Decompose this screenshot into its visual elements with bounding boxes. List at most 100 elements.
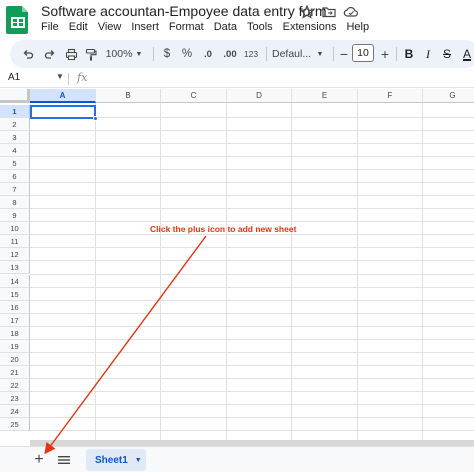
spreadsheet-grid[interactable]: A B C D E F G 1 2 3 4 5 6 7 8 9 10 11 12 13 14 15 16 17 18 19 20 21… [0,89,474,440]
column-gridline [291,103,292,440]
column-header-d[interactable]: D [227,89,292,103]
font-chevron-down-icon[interactable]: ▼ [315,40,325,68]
more-formats-button[interactable]: 123 [242,40,260,68]
formula-divider [68,73,69,85]
row-gridline [30,312,474,314]
row-header-18[interactable]: 18 [0,326,30,340]
font-family-select[interactable]: Defaul... [272,40,316,68]
add-sheet-button[interactable]: + [28,450,50,470]
row-header-5[interactable]: 5 [0,157,30,171]
zoom-select[interactable]: 100% [104,40,134,68]
column-header-g[interactable]: G [423,89,474,103]
row-gridline [30,195,474,197]
row-gridline [30,221,474,223]
toolbar-divider [333,47,334,61]
column-gridline [357,103,358,440]
row-header-8[interactable]: 8 [0,196,30,210]
column-header-f[interactable]: F [358,89,423,103]
text-color-button[interactable]: A [460,40,474,68]
title-bar: Software accountan-Empoyee data entry fo… [0,0,474,36]
decrease-decimal-button[interactable]: .0 [200,40,216,68]
row-header-14[interactable]: 14 [0,274,30,288]
sheets-logo-icon[interactable] [6,4,30,34]
percent-format-button[interactable]: % [180,40,194,68]
function-icon: fx [77,71,88,84]
row-header-11[interactable]: 11 [0,235,30,249]
undo-icon[interactable] [20,40,36,68]
formula-bar: A1 ▼ fx [0,70,474,88]
row-header-24[interactable]: 24 [0,404,30,418]
paint-format-icon[interactable] [83,40,99,68]
column-header-b[interactable]: B [96,89,161,103]
row-gridline [30,338,474,340]
increase-decimal-button[interactable]: .00 [220,40,240,68]
toolbar-divider [266,47,267,61]
menu-extensions[interactable]: Extensions [283,21,337,33]
column-gridline [422,103,423,440]
row-header-13[interactable]: 13 [0,261,30,275]
move-to-folder-icon[interactable] [321,4,337,20]
column-header-a[interactable]: A [30,89,96,103]
sheet-tab-chevron-down-icon[interactable]: ▼ [135,457,142,464]
column-header-e[interactable]: E [292,89,358,103]
menu-data[interactable]: Data [214,21,237,33]
menu-file[interactable]: File [41,21,59,33]
row-header-3[interactable]: 3 [0,131,30,145]
currency-format-button[interactable]: $ [160,40,174,68]
menu-insert[interactable]: Insert [131,21,159,33]
menu-bar: File Edit View Insert Format Data Tools … [41,21,379,33]
row-gridline [30,403,474,405]
fill-handle[interactable] [93,116,98,121]
menu-tools[interactable]: Tools [247,21,273,33]
row-header-12[interactable]: 12 [0,248,30,262]
row-gridline [30,299,474,301]
document-title[interactable]: Software accountan-Empoyee data entry fo… [41,3,327,19]
column-header-c[interactable]: C [161,89,227,103]
decrease-font-size-button[interactable]: − [337,40,351,68]
row-header-17[interactable]: 17 [0,313,30,327]
menu-view[interactable]: View [98,21,122,33]
font-size-input[interactable]: 10 [352,44,374,62]
row-gridline [30,182,474,184]
row-gridline [30,273,474,275]
bold-button[interactable]: B [402,40,416,68]
select-all-corner[interactable] [0,89,30,103]
row-header-19[interactable]: 19 [0,339,30,353]
row-header-7[interactable]: 7 [0,183,30,197]
row-gridline [30,364,474,366]
row-header-6[interactable]: 6 [0,170,30,184]
cloud-status-icon[interactable] [343,4,359,20]
name-box[interactable]: A1 [8,72,20,83]
row-header-1[interactable]: 1 [0,105,30,118]
menu-format[interactable]: Format [169,21,204,33]
redo-icon[interactable] [42,40,58,68]
row-gridline [30,169,474,171]
row-header-2[interactable]: 2 [0,118,30,132]
star-icon[interactable] [299,4,315,20]
menu-help[interactable]: Help [346,21,369,33]
row-header-4[interactable]: 4 [0,144,30,158]
column-gridline [226,103,227,440]
row-header-10[interactable]: 10 [0,222,30,236]
menu-edit[interactable]: Edit [69,21,88,33]
row-header-23[interactable]: 23 [0,391,30,405]
active-cell-a1[interactable] [30,105,96,119]
row-header-20[interactable]: 20 [0,352,30,366]
row-header-21[interactable]: 21 [0,365,30,379]
row-header-9[interactable]: 9 [0,209,30,223]
strikethrough-button[interactable]: S [440,40,454,68]
sheet-tab[interactable]: Sheet1 ▼ [86,449,146,471]
print-icon[interactable] [63,40,79,68]
italic-button[interactable]: I [421,40,435,68]
column-gridline [95,103,96,440]
annotation-label: Click the plus icon to add new sheet [150,224,297,234]
row-header-22[interactable]: 22 [0,378,30,392]
row-header-15[interactable]: 15 [0,287,30,301]
toolbar-divider [396,47,397,61]
name-box-chevron-down-icon[interactable]: ▼ [56,72,64,81]
zoom-chevron-down-icon[interactable]: ▼ [134,40,144,68]
row-header-16[interactable]: 16 [0,300,30,314]
all-sheets-menu-icon[interactable] [57,455,71,465]
increase-font-size-button[interactable]: + [378,40,392,68]
row-header-25[interactable]: 25 [0,417,30,431]
